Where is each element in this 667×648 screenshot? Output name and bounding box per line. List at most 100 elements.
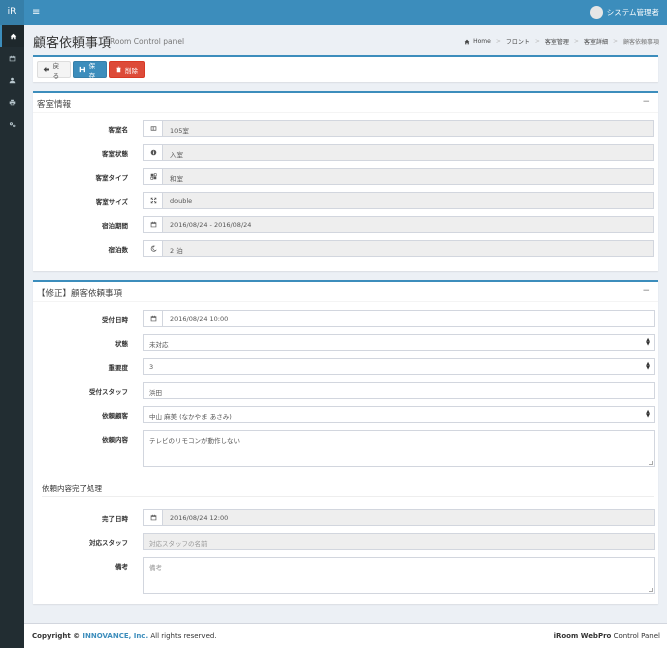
request-content-textarea[interactable]: テレビのリモコンが動作しない <box>143 430 655 467</box>
room-size-value: double <box>170 197 193 205</box>
user-name: システム管理者 <box>606 8 659 17</box>
breadcrumb-room-management[interactable]: 客室管理 <box>545 37 569 46</box>
priority-label: 重要度 <box>108 364 129 372</box>
breadcrumb-home[interactable]: Home <box>473 38 491 45</box>
sidebar-item-home[interactable] <box>0 25 24 47</box>
room-name-value: 105室 <box>170 127 189 135</box>
cogs-icon <box>9 121 15 127</box>
received-datetime-label: 受付日時 <box>102 316 128 324</box>
page-title: 顧客依頼事項 <box>33 36 112 51</box>
company-link[interactable]: INNOVANCE, Inc. <box>82 632 148 640</box>
request-edit-header: 【修正】顧客依頼事項 − <box>33 282 658 302</box>
completed-datetime-label: 完了日時 <box>102 515 128 523</box>
notes-textarea[interactable]: 備考 <box>143 557 655 594</box>
type-icon <box>144 169 163 184</box>
delete-button[interactable]: 削除 <box>109 61 145 78</box>
resize-handle[interactable] <box>649 461 653 465</box>
print-icon <box>9 99 15 105</box>
received-datetime-value: 2016/08/24 10:00 <box>170 315 229 323</box>
sidebar <box>0 25 24 648</box>
priority-select[interactable]: 3 ▲ ▼ <box>143 358 655 375</box>
room-status-field: 入室 <box>143 144 654 161</box>
room-size-label: 客室サイズ <box>95 198 128 206</box>
handling-staff-placeholder: 対応スタッフの名前 <box>149 540 208 548</box>
notes-label: 備考 <box>115 563 128 571</box>
breadcrumb-front[interactable]: フロント <box>506 37 530 46</box>
user-menu[interactable]: システム管理者 <box>589 0 659 25</box>
handling-staff-input[interactable]: 対応スタッフの名前 <box>143 533 655 550</box>
collapse-button[interactable]: − <box>642 286 650 296</box>
expand-icon <box>144 193 163 208</box>
completed-datetime-input[interactable]: 2016/08/24 12:00 <box>143 509 655 526</box>
trash-icon <box>116 66 121 73</box>
request-edit-title: 【修正】顧客依頼事項 <box>37 289 123 299</box>
sidebar-item-print[interactable] <box>0 91 24 113</box>
stay-period-value: 2016/08/24 - 2016/08/24 <box>170 221 252 229</box>
room-name-field: 105室 <box>143 120 654 137</box>
delete-button-label: 削除 <box>125 66 138 75</box>
room-icon <box>144 121 163 136</box>
select-arrows-icon: ▲ ▼ <box>646 337 650 347</box>
breadcrumb-separator: > <box>534 38 540 45</box>
room-type-value: 和室 <box>170 175 183 183</box>
resize-handle[interactable] <box>649 588 653 592</box>
room-name-label: 客室名 <box>108 126 129 134</box>
product-name: iRoom WebPro <box>553 632 612 640</box>
top-navbar: iR ≡ システム管理者 <box>0 0 667 25</box>
reception-staff-input[interactable]: 浜田 <box>143 382 655 399</box>
product-suffix: Control Panel <box>613 632 660 640</box>
sidebar-item-calendar[interactable] <box>0 47 24 69</box>
rights-text: All rights reserved. <box>150 632 217 640</box>
nights-field: 2 泊 <box>143 240 654 257</box>
request-content-value: テレビのリモコンが動作しない <box>149 437 240 445</box>
completion-heading: 依頼内容完了処理 <box>42 484 102 493</box>
sidebar-item-settings[interactable] <box>0 113 24 135</box>
completed-datetime-value: 2016/08/24 12:00 <box>170 514 229 522</box>
copyright-prefix: Copyright © <box>32 632 81 640</box>
back-button-label: 戻る <box>52 61 60 80</box>
moon-icon <box>144 241 163 256</box>
room-type-field: 和室 <box>143 168 654 185</box>
calendar-icon <box>144 510 163 525</box>
calendar-icon <box>144 311 163 326</box>
room-status-label: 客室状態 <box>102 150 128 158</box>
breadcrumb-home-icon <box>464 39 470 44</box>
app-logo[interactable]: iR <box>0 0 24 25</box>
room-info-header: 客室情報 − <box>33 93 658 113</box>
home-icon <box>10 33 16 39</box>
breadcrumb-separator: > <box>612 38 618 45</box>
select-arrows-icon: ▲ ▼ <box>646 361 650 371</box>
priority-value: 3 <box>149 363 154 371</box>
footer-product: iRoom WebPro Control Panel <box>554 632 660 640</box>
request-edit-box: 【修正】顧客依頼事項 − 受付日時 2016/08/24 10:00 状態 未対… <box>33 280 658 604</box>
content-wrapper: 顧客依頼事項 Room Control panel Home > フロント > … <box>24 25 667 623</box>
requesting-customer-select[interactable]: 中山 麻美 (なかやま あさみ) ▲ ▼ <box>143 406 655 423</box>
requesting-customer-value: 中山 麻美 (なかやま あさみ) <box>149 413 232 421</box>
request-content-label: 依頼内容 <box>102 436 128 444</box>
save-icon <box>79 66 85 73</box>
nights-label: 宿泊数 <box>108 246 129 254</box>
room-status-value: 入室 <box>170 151 183 159</box>
save-button[interactable]: 保存 <box>73 61 107 80</box>
avatar <box>589 6 603 19</box>
sidebar-item-user[interactable] <box>0 69 24 91</box>
breadcrumb-separator: > <box>495 38 501 45</box>
breadcrumb-separator: > <box>573 38 579 45</box>
page-subtitle: Room Control panel <box>110 37 185 46</box>
received-datetime-input[interactable]: 2016/08/24 10:00 <box>143 310 655 327</box>
back-button[interactable]: 戻る <box>37 61 71 80</box>
status-select[interactable]: 未対応 ▲ ▼ <box>143 334 655 351</box>
save-button-label: 保存 <box>88 61 96 80</box>
select-arrows-icon: ▲ ▼ <box>646 409 650 419</box>
requesting-customer-label: 依頼顧客 <box>102 412 128 420</box>
handling-staff-label: 対応スタッフ <box>89 539 128 547</box>
reception-staff-value: 浜田 <box>149 389 162 397</box>
collapse-button[interactable]: − <box>642 97 650 107</box>
menu-toggle-icon[interactable]: ≡ <box>32 0 40 25</box>
arrow-left-icon <box>43 66 49 73</box>
breadcrumb-room-detail[interactable]: 客室詳細 <box>584 37 608 46</box>
room-type-label: 客室タイプ <box>95 174 129 182</box>
calendar-icon <box>9 55 15 61</box>
stay-period-label: 宿泊期間 <box>102 222 128 230</box>
calendar-icon <box>144 217 163 232</box>
